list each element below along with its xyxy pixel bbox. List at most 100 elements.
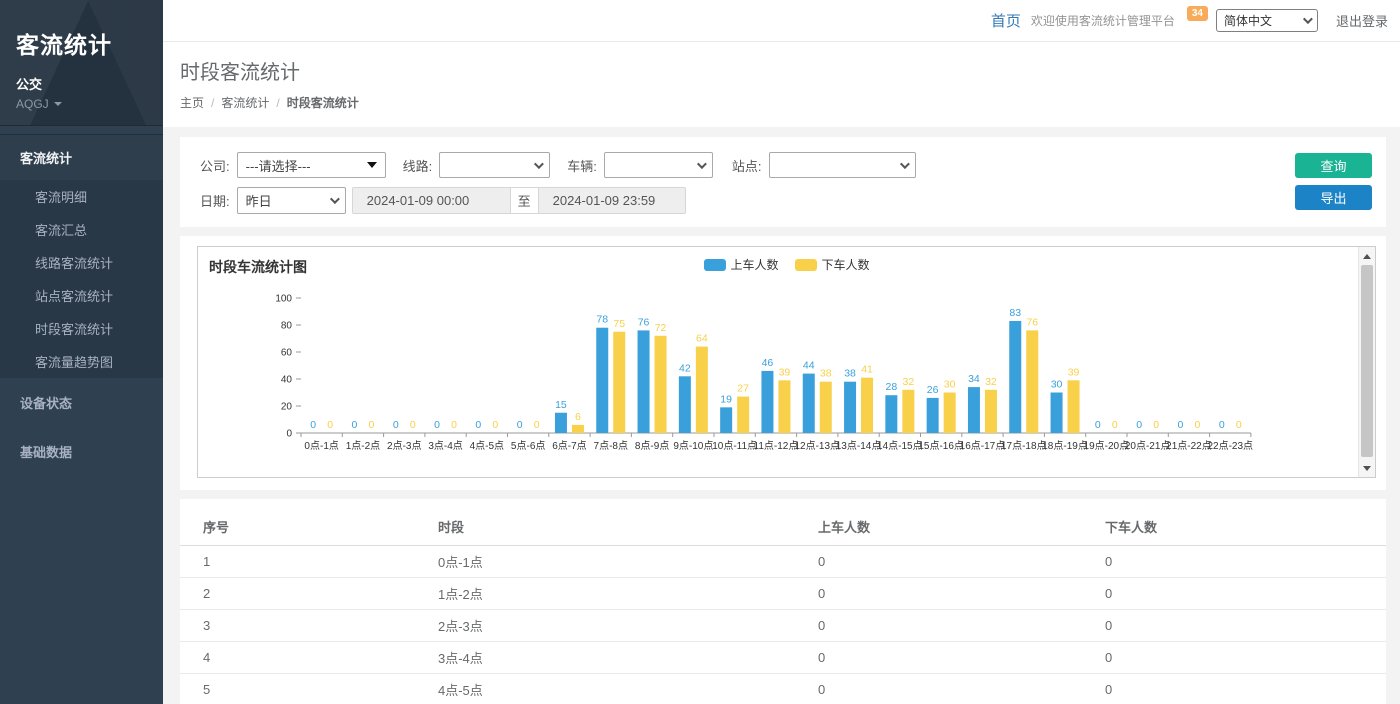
table-cell: 4点-5点 — [415, 674, 795, 704]
svg-text:16点-17点: 16点-17点 — [960, 440, 1006, 452]
svg-text:6: 6 — [575, 411, 581, 423]
vehicle-select[interactable] — [604, 152, 713, 178]
caret-down-icon — [54, 102, 62, 106]
org-name: 公交 — [16, 74, 149, 93]
svg-text:39: 39 — [1068, 366, 1080, 378]
svg-text:60: 60 — [281, 348, 293, 359]
svg-text:10点-11点: 10点-11点 — [712, 440, 757, 452]
station-select[interactable] — [769, 152, 916, 178]
export-button[interactable]: 导出 — [1295, 185, 1372, 210]
svg-text:0: 0 — [410, 419, 416, 431]
table-cell: 0 — [795, 578, 1082, 610]
station-label: 站点: — [732, 156, 762, 175]
svg-text:64: 64 — [696, 333, 708, 345]
company-select[interactable]: ---请选择--- — [237, 152, 386, 178]
legend-label: 上车人数 — [730, 256, 778, 273]
col-header-boarding: 上车人数 — [795, 511, 1082, 546]
svg-text:0: 0 — [1195, 419, 1201, 431]
col-header-alighting: 下车人数 — [1082, 511, 1386, 546]
svg-text:40: 40 — [281, 375, 293, 386]
sidebar-item[interactable]: 客流统计 — [0, 135, 163, 180]
welcome-text: 欢迎使用客流统计管理平台 — [1031, 12, 1175, 29]
svg-text:28: 28 — [886, 381, 898, 393]
table-cell: 1 — [180, 546, 415, 578]
language-select[interactable]: 简体中文 — [1216, 9, 1318, 32]
legend-item-boarding[interactable]: 上车人数 — [703, 256, 778, 273]
chart-container: 时段车流统计图 上车人数 下车人数 020406080100000点-1点001… — [197, 246, 1376, 478]
logout-link[interactable]: 退出登录 — [1336, 11, 1388, 30]
breadcrumb-separator: / — [276, 96, 279, 110]
sidebar-subitem[interactable]: 时段客流统计 — [0, 312, 163, 345]
svg-text:7点-8点: 7点-8点 — [594, 440, 628, 452]
date-start-input[interactable]: 2024-01-09 00:00 — [353, 188, 510, 213]
date-label: 日期: — [200, 191, 230, 210]
chart-scrollbar[interactable] — [1358, 247, 1375, 477]
content: 公司: ---请选择--- 线路: 车辆: 站点: — [163, 127, 1400, 704]
table-row: 54点-5点00 — [180, 674, 1386, 704]
svg-text:2点-3点: 2点-3点 — [387, 440, 421, 452]
chevron-down-icon — [1303, 14, 1313, 24]
stats-table: 序号 时段 上车人数 下车人数 10点-1点0021点-2点0032点-3点00… — [180, 511, 1386, 704]
svg-text:0点-1点: 0点-1点 — [304, 440, 338, 452]
svg-text:20: 20 — [281, 402, 293, 413]
legend-item-alighting[interactable]: 下车人数 — [795, 256, 870, 273]
scroll-up-icon[interactable] — [1359, 248, 1375, 264]
svg-text:27: 27 — [737, 383, 749, 395]
svg-text:41: 41 — [861, 364, 873, 376]
svg-text:34: 34 — [968, 373, 980, 385]
svg-text:22点-23点: 22点-23点 — [1207, 440, 1253, 452]
table-panel: 序号 时段 上车人数 下车人数 10点-1点0021点-2点0032点-3点00… — [180, 499, 1386, 704]
table-cell: 0 — [795, 610, 1082, 642]
breadcrumb-home[interactable]: 主页 — [180, 94, 204, 111]
breadcrumb: 主页 / 客流统计 / 时段客流统计 — [180, 94, 1400, 111]
table-cell: 2点-3点 — [415, 610, 795, 642]
table-cell: 0 — [1082, 610, 1386, 642]
breadcrumb-section[interactable]: 客流统计 — [221, 94, 269, 111]
table-cell: 0 — [1082, 674, 1386, 704]
sidebar-subitem[interactable]: 线路客流统计 — [0, 246, 163, 279]
breadcrumb-current: 时段客流统计 — [287, 94, 359, 111]
svg-text:0: 0 — [475, 419, 481, 431]
table-cell: 3 — [180, 610, 415, 642]
language-value: 简体中文 — [1224, 12, 1272, 29]
svg-text:3点-4点: 3点-4点 — [428, 440, 462, 452]
query-button[interactable]: 查询 — [1295, 153, 1372, 178]
col-header-period: 时段 — [415, 511, 795, 546]
svg-text:1点-2点: 1点-2点 — [346, 440, 380, 452]
svg-text:20点-21点: 20点-21点 — [1125, 440, 1171, 452]
dropdown-arrow-icon — [367, 162, 377, 168]
table-cell: 3点-4点 — [415, 642, 795, 674]
sidebar-item[interactable]: 设备状态 — [0, 378, 163, 427]
org-code-dropdown[interactable]: AQGJ — [16, 97, 149, 111]
sidebar-subitem[interactable]: 站点客流统计 — [0, 279, 163, 312]
app-brand: 客流统计 — [16, 26, 149, 60]
scrollbar-thumb[interactable] — [1361, 265, 1373, 457]
date-preset-select[interactable]: 昨日 — [237, 187, 346, 214]
svg-text:30: 30 — [1051, 379, 1063, 391]
scroll-down-icon[interactable] — [1359, 460, 1375, 476]
message-count-badge[interactable]: 34 — [1187, 6, 1208, 21]
date-range-separator: 至 — [510, 188, 539, 213]
table-row: 32点-3点00 — [180, 610, 1386, 642]
table-row: 21点-2点00 — [180, 578, 1386, 610]
line-label: 线路: — [403, 156, 433, 175]
sidebar-header: 客流统计 公交 AQGJ — [0, 0, 163, 126]
svg-text:42: 42 — [679, 362, 691, 374]
svg-text:76: 76 — [638, 316, 650, 328]
chevron-down-icon — [899, 159, 909, 169]
home-link[interactable]: 首页 — [991, 10, 1021, 31]
sidebar-subitem[interactable]: 客流明细 — [0, 180, 163, 213]
sidebar-subitem[interactable]: 客流量趋势图 — [0, 345, 163, 378]
sidebar-subitem[interactable]: 客流汇总 — [0, 213, 163, 246]
svg-text:0: 0 — [1219, 419, 1225, 431]
org-code-label: AQGJ — [16, 97, 49, 111]
sidebar-item[interactable]: 基础数据 — [0, 427, 163, 476]
svg-text:0: 0 — [451, 419, 457, 431]
svg-text:38: 38 — [820, 368, 832, 380]
date-end-input[interactable]: 2024-01-09 23:59 — [539, 188, 685, 213]
line-select[interactable] — [439, 152, 550, 178]
svg-text:75: 75 — [613, 318, 625, 330]
svg-text:0: 0 — [434, 419, 440, 431]
svg-text:19点-20点: 19点-20点 — [1084, 440, 1130, 452]
svg-text:18点-19点: 18点-19点 — [1042, 440, 1088, 452]
